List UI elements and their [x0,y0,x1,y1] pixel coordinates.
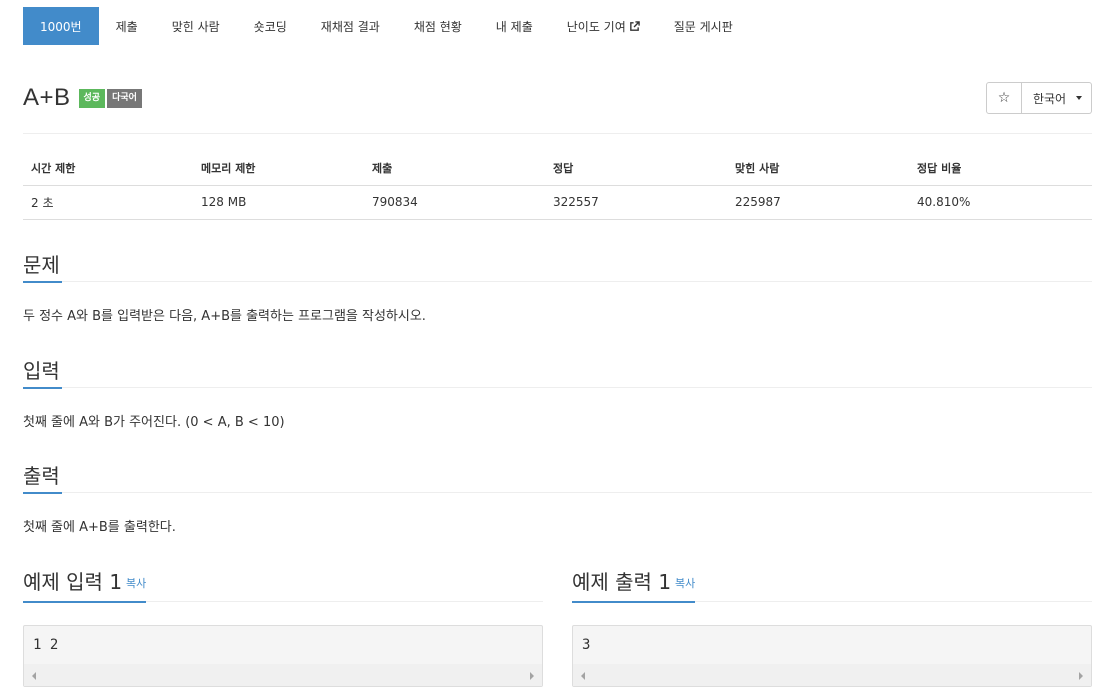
copy-button[interactable]: 복사 [675,577,695,590]
section-header: 예제 출력 1 복사 [572,564,1092,603]
section-title: 문제 [23,251,62,283]
tab-label: 난이도 기여 [566,19,626,34]
tab-label: 1000번 [40,19,82,34]
section-title: 출력 [23,462,62,494]
table-row: 2 초 128 MB 790834 322557 225987 40.810% [23,185,1092,220]
scroll-left-icon[interactable] [581,672,585,680]
section-header: 입력 [23,356,1092,389]
tab-rejudge[interactable]: 재채점 결과 [304,7,397,45]
sample-input: 예제 입력 1 복사 1 2 [23,564,543,687]
tab-submit[interactable]: 제출 [99,7,155,45]
column-header: 제출 [364,152,545,186]
problem-actions: ☆ 한국어 [986,82,1092,114]
time-limit: 2 초 [23,185,193,220]
tab-difficulty[interactable]: 난이도 기여 [550,7,657,45]
tab-short-coding[interactable]: 숏코딩 [237,7,304,45]
section-header: 문제 [23,250,1092,283]
multilingual-badge: 다국어 [107,88,142,108]
problem-title: A+B [23,84,71,111]
sample-output-title: 예제 출력 1 복사 [572,565,696,603]
star-icon: ☆ [997,90,1011,106]
section-title: 예제 출력 1 [572,570,672,594]
sample-input-content: 1 2 [33,637,59,653]
section-header: 출력 [23,461,1092,494]
star-button[interactable]: ☆ [986,82,1022,114]
divider [23,133,1092,134]
column-header: 메모리 제한 [193,152,364,186]
horizontal-scrollbar[interactable] [573,664,1091,686]
sample-output-content: 3 [582,637,591,653]
output-section: 출력 첫째 줄에 A+B를 출력한다. [23,461,1092,535]
column-header: 정답 [545,152,727,186]
success-badge: 성공 [78,88,106,108]
language-label: 한국어 [1032,91,1067,106]
tab-label: 내 제출 [495,19,533,34]
tab-problem[interactable]: 1000번 [23,7,99,45]
tab-status[interactable]: 채점 현황 [397,7,479,45]
tab-label: 맞힌 사람 [171,19,220,34]
problem-info-table: 시간 제한 메모리 제한 제출 정답 맞힌 사람 정답 비율 2 초 128 M… [23,152,1092,220]
section-header: 예제 입력 1 복사 [23,564,543,603]
tab-solvers[interactable]: 맞힌 사람 [155,7,237,45]
memory-limit: 128 MB [193,185,364,220]
language-dropdown[interactable]: 한국어 [1022,82,1092,114]
scroll-left-icon[interactable] [32,672,36,680]
tab-qna-board[interactable]: 질문 게시판 [657,7,750,45]
external-link-icon [629,20,640,31]
sample-input-title: 예제 입력 1 복사 [23,565,147,603]
column-header: 정답 비율 [909,152,1092,186]
input-section: 입력 첫째 줄에 A와 B가 주어진다. (0 < A, B < 10) [23,356,1092,430]
sample-input-box: 1 2 [23,625,543,687]
tab-label: 숏코딩 [253,19,287,34]
tab-my-submissions[interactable]: 내 제출 [479,7,550,45]
output-description: 첫째 줄에 A+B를 출력한다. [23,520,176,535]
submissions-count: 790834 [364,185,545,220]
section-title: 입력 [23,357,62,389]
tab-label: 재채점 결과 [320,19,380,34]
column-header: 맞힌 사람 [727,152,909,186]
scroll-right-icon[interactable] [530,672,534,680]
horizontal-scrollbar[interactable] [24,664,542,686]
section-title: 예제 입력 1 [23,570,123,594]
solvers-count: 225987 [727,185,909,220]
tab-label: 제출 [115,19,138,34]
scroll-right-icon[interactable] [1079,672,1083,680]
input-description: 첫째 줄에 A와 B가 주어진다. (0 < A, B < 10) [23,415,285,430]
copy-button[interactable]: 복사 [126,577,146,590]
tab-label: 질문 게시판 [673,19,733,34]
caret-down-icon [1076,96,1083,100]
accepted-ratio: 40.810% [909,185,1092,220]
problem-header: A+B 성공 다국어 [23,84,142,112]
problem-tabs: 1000번 제출 맞힌 사람 숏코딩 재채점 결과 채점 현황 내 제출 난이도… [23,7,750,45]
problem-section: 문제 두 정수 A와 B를 입력받은 다음, A+B를 출력하는 프로그램을 작… [23,250,1092,324]
problem-description: 두 정수 A와 B를 입력받은 다음, A+B를 출력하는 프로그램을 작성하시… [23,309,426,324]
sample-output: 예제 출력 1 복사 3 [572,564,1092,687]
tab-label: 채점 현황 [413,19,462,34]
table-header-row: 시간 제한 메모리 제한 제출 정답 맞힌 사람 정답 비율 [23,152,1092,186]
accepted-count: 322557 [545,185,727,220]
sample-output-box: 3 [572,625,1092,687]
column-header: 시간 제한 [23,152,193,186]
